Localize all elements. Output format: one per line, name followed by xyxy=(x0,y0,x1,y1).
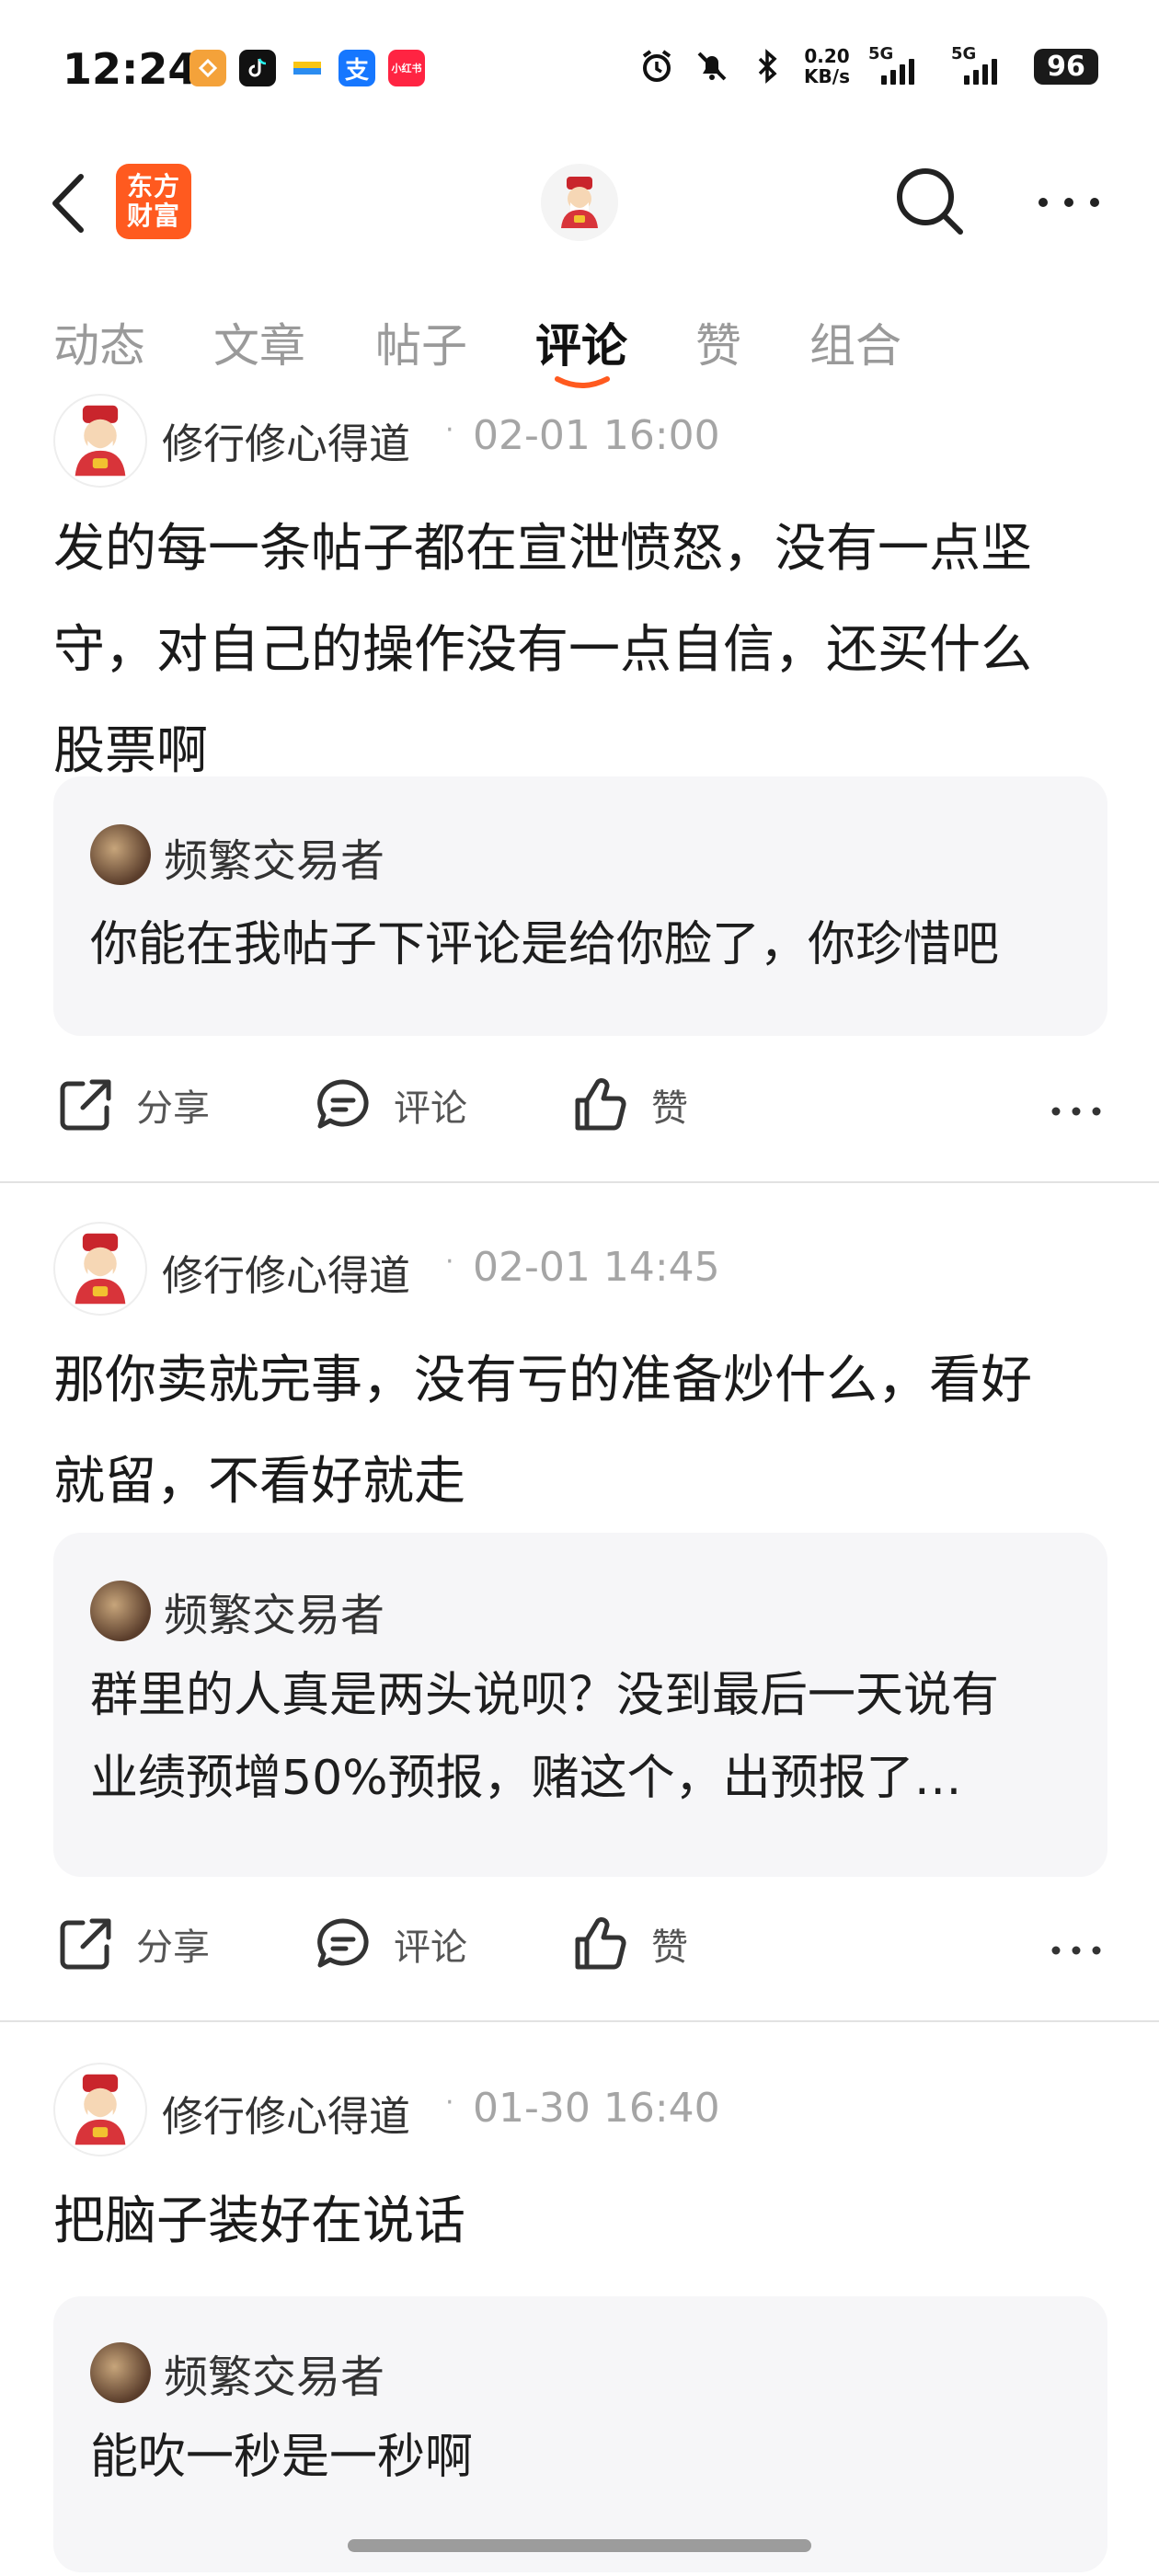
share-icon xyxy=(60,1079,111,1131)
quoted-author-name: 频繁交易者 xyxy=(164,835,385,887)
profile-tabs: 动态 文章 帖子 评论 赞 组合 xyxy=(0,293,1159,394)
quoted-post[interactable]: 频繁交易者 你能在我帖子下评论是给你脸了，你珍惜吧 xyxy=(53,776,1107,1036)
tab-articles[interactable]: 文章 xyxy=(213,309,305,375)
status-bar: 12:24 支 小红书 0.20 KB/s 5G 5G 96 xyxy=(0,0,1159,138)
author-avatar[interactable] xyxy=(53,2063,147,2156)
comment-bubble-icon xyxy=(317,1079,369,1129)
wallet-app-icon xyxy=(289,50,326,86)
comment-text[interactable]: 那你卖就完事，没有亏的准备炒什么，看好 就留，不看好就走 xyxy=(53,1330,1111,1533)
bluetooth-icon xyxy=(758,49,777,84)
mute-bell-icon xyxy=(697,52,727,81)
thumbs-up-icon xyxy=(575,1917,626,1970)
thumbs-up-icon xyxy=(575,1078,626,1131)
eastmoney-logo[interactable]: 东方 财富 xyxy=(116,164,191,239)
divider xyxy=(0,2020,1159,2022)
separator-dot: · xyxy=(445,1246,454,1278)
quoted-text: 你能在我帖子下评论是给你脸了，你珍惜吧 xyxy=(90,917,1000,972)
profile-avatar[interactable] xyxy=(541,164,618,241)
xiaohongshu-icon: 小红书 xyxy=(388,50,425,86)
quoted-author-avatar xyxy=(90,2342,151,2403)
action-bar: 分享 评论 赞 xyxy=(0,1914,1159,1987)
clock: 12:24 xyxy=(63,44,198,94)
author-avatar[interactable] xyxy=(53,1222,147,1316)
top-nav-bar: 东方 财富 xyxy=(0,138,1159,267)
quoted-author-name: 频繁交易者 xyxy=(164,2352,385,2403)
tiktok-icon xyxy=(239,50,276,86)
quoted-text: 能吹一秒是一秒啊 xyxy=(90,2430,474,2485)
alipay-icon: 支 xyxy=(339,50,375,86)
comment-text[interactable]: 发的每一条帖子都在宣泄愤怒，没有一点坚 守，对自己的操作没有一点自信，还买什么 … xyxy=(53,499,1111,802)
network-speed: 0.20 KB/s xyxy=(804,45,850,87)
author-name[interactable]: 修行修心得道 xyxy=(162,410,410,470)
comment-button[interactable]: 评论 xyxy=(313,1075,467,1135)
quoted-post[interactable]: 频繁交易者 群里的人真是两头说呗？没到最后一天说有 业绩预增50%预报，赌这个，… xyxy=(53,1533,1107,1877)
signal-strength-sim1: 5G xyxy=(868,44,933,85)
quoted-post[interactable]: 频繁交易者 能吹一秒是一秒啊 xyxy=(53,2296,1107,2572)
comment-text[interactable]: 把脑子装好在说话 xyxy=(53,2171,1111,2272)
signal-strength-sim2: 5G xyxy=(951,44,1016,85)
post-time: 02-01 14:45 xyxy=(473,1244,720,1291)
orange-app-icon xyxy=(189,50,226,86)
quoted-author-avatar xyxy=(90,824,151,885)
search-icon[interactable] xyxy=(890,162,968,239)
share-button[interactable]: 分享 xyxy=(55,1914,210,1974)
more-options-icon[interactable] xyxy=(1032,184,1106,221)
author-avatar[interactable] xyxy=(53,394,147,488)
separator-dot: · xyxy=(445,414,454,446)
like-button[interactable]: 赞 xyxy=(570,1914,688,1974)
share-button[interactable]: 分享 xyxy=(55,1075,210,1135)
comment-bubble-icon xyxy=(317,1918,369,1968)
tab-dynamics[interactable]: 动态 xyxy=(53,309,145,375)
tab-portfolio[interactable]: 组合 xyxy=(809,309,901,375)
like-button[interactable]: 赞 xyxy=(570,1075,688,1135)
quoted-author-name: 频繁交易者 xyxy=(164,1590,385,1641)
back-arrow-icon[interactable] xyxy=(46,171,92,236)
tab-posts[interactable]: 帖子 xyxy=(375,309,467,375)
more-options-icon[interactable] xyxy=(1050,1102,1102,1121)
fortune-god-avatar-icon xyxy=(75,405,126,477)
battery-indicator: 96 xyxy=(1034,48,1098,85)
separator-dot: · xyxy=(445,2087,454,2119)
fortune-god-avatar-icon xyxy=(75,1233,126,1305)
quoted-author-avatar xyxy=(90,1581,151,1641)
tab-comments[interactable]: 评论 xyxy=(535,309,627,375)
quoted-text: 群里的人真是两头说呗？没到最后一天说有 业绩预增50%预报，赌这个，出预报了… xyxy=(90,1668,1000,1806)
tab-likes[interactable]: 赞 xyxy=(695,309,741,375)
fortune-god-avatar-icon xyxy=(561,177,598,228)
action-bar: 分享 评论 赞 xyxy=(0,1075,1159,1148)
alarm-icon xyxy=(642,50,671,82)
notification-icons: 支 小红书 xyxy=(189,50,425,86)
active-tab-indicator xyxy=(555,376,610,388)
divider xyxy=(0,1181,1159,1183)
post-time: 01-30 16:40 xyxy=(473,2085,720,2132)
more-options-icon[interactable] xyxy=(1050,1941,1102,1960)
home-indicator[interactable] xyxy=(348,2539,811,2552)
fortune-god-avatar-icon xyxy=(75,2074,126,2145)
author-name[interactable]: 修行修心得道 xyxy=(162,2083,410,2143)
share-icon xyxy=(60,1918,111,1970)
post-time: 02-01 16:00 xyxy=(473,412,720,459)
comment-button[interactable]: 评论 xyxy=(313,1914,467,1974)
author-name[interactable]: 修行修心得道 xyxy=(162,1242,410,1302)
